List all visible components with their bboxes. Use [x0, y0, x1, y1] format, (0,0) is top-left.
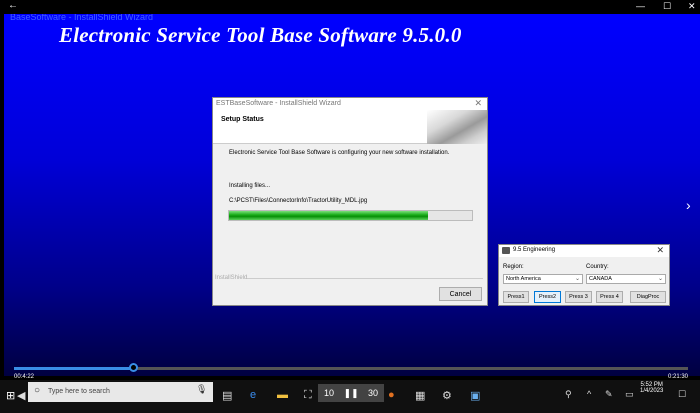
country-select[interactable]: CANADA ⌄ — [586, 274, 666, 284]
tools-app-icon[interactable]: ⚙ — [442, 389, 452, 402]
windows-start-icon[interactable]: ⊞ — [6, 389, 15, 402]
chevron-down-icon: ⌄ — [657, 276, 663, 282]
header-graphic — [427, 110, 487, 144]
installer-banner-title: Electronic Service Tool Base Software 9.… — [59, 23, 462, 47]
engineering-titlebar: 9.5 Engineering ✕ — [499, 245, 669, 257]
install-progress-fill — [229, 211, 429, 220]
setup-status-heading: Setup Status — [221, 116, 264, 123]
battery-icon[interactable]: ▭ — [625, 389, 634, 400]
dialog-header: Setup Status — [213, 110, 487, 144]
search-placeholder: Type here to search — [48, 388, 110, 395]
next-arrow-icon[interactable]: › — [686, 197, 691, 213]
diagproc-button[interactable]: DiagProc — [630, 291, 666, 303]
calculator-icon[interactable]: ▦ — [415, 389, 425, 402]
clock-date: 1/4/2023 — [640, 388, 664, 394]
footer-divider — [247, 278, 483, 279]
seek-bar[interactable] — [14, 367, 688, 370]
microphone-icon[interactable]: 🎙 — [196, 384, 207, 395]
speaker-icon[interactable]: ◀ — [17, 389, 25, 402]
camera-icon — [502, 247, 510, 254]
engineering-title: 9.5 Engineering — [513, 247, 556, 253]
back-arrow-icon[interactable]: ← — [8, 0, 18, 11]
dialog-message: Electronic Service Tool Base Software is… — [229, 150, 450, 156]
press4-button[interactable]: Press 4 — [596, 291, 623, 303]
notification-icon[interactable]: ☐ — [678, 389, 686, 400]
current-file-path: C:\PCST\Files\ConnectorInfo\TractorUtili… — [229, 198, 368, 204]
region-label: Region: — [503, 264, 524, 270]
install-status: Installing files... — [229, 183, 271, 189]
pen-icon[interactable]: ✎ — [605, 389, 613, 400]
active-app-icon[interactable]: ▣ — [470, 389, 480, 402]
skip-back-button[interactable]: 10 — [318, 384, 340, 402]
minimize-button[interactable]: — — [636, 1, 645, 11]
country-value: CANADA — [589, 276, 612, 282]
app-icon[interactable]: ● — [388, 389, 395, 401]
people-icon[interactable]: ⚲ — [565, 389, 572, 400]
maximize-button[interactable]: ☐ — [663, 1, 671, 12]
taskbar-search-input[interactable]: ○ Type here to search — [28, 382, 213, 402]
task-view-icon[interactable]: ▤ — [222, 389, 232, 402]
store-icon[interactable]: ⛶ — [304, 389, 312, 402]
region-value: North America — [506, 276, 541, 282]
seek-handle[interactable] — [129, 363, 138, 372]
play-pause-button[interactable]: ❚❚ — [340, 384, 362, 402]
player-titlebar: ← — ☐ ✕ — [0, 0, 700, 14]
region-select[interactable]: North America ⌄ — [503, 274, 583, 284]
tray-chevron-icon[interactable]: ^ — [587, 389, 591, 399]
close-button[interactable]: ✕ — [688, 1, 696, 12]
dialog-close-icon[interactable]: ✕ — [474, 98, 482, 109]
press3-button[interactable]: Press 3 — [565, 291, 592, 303]
install-progress-bar — [228, 210, 473, 221]
file-explorer-icon[interactable]: ▬ — [277, 389, 288, 401]
dialog-title: ESTBaseSoftware - InstallShield Wizard — [216, 100, 341, 107]
installshield-dialog: ESTBaseSoftware - InstallShield Wizard ✕… — [212, 97, 488, 306]
edge-browser-icon[interactable]: e — [250, 389, 256, 401]
taskbar-clock[interactable]: 5:52 PM 1/4/2023 — [640, 382, 663, 394]
press1-button[interactable]: Press1 — [503, 291, 529, 303]
engineering-panel: 9.5 Engineering ✕ Region: Country: North… — [498, 244, 670, 306]
background-window-title: BaseSoftware - InstallShield Wizard — [10, 14, 154, 22]
search-icon: ○ — [34, 385, 41, 396]
chevron-down-icon: ⌄ — [574, 276, 580, 282]
installshield-label: InstallShield — [215, 275, 248, 281]
skip-forward-button[interactable]: 30 — [362, 384, 384, 402]
country-label: Country: — [586, 264, 609, 270]
press2-button[interactable]: Press2 — [534, 291, 561, 303]
seek-bar-fill — [14, 367, 136, 370]
cancel-button[interactable]: Cancel — [439, 287, 482, 301]
dialog-titlebar: ESTBaseSoftware - InstallShield Wizard ✕ — [213, 98, 487, 110]
engineering-close-icon[interactable]: ✕ — [656, 245, 664, 256]
